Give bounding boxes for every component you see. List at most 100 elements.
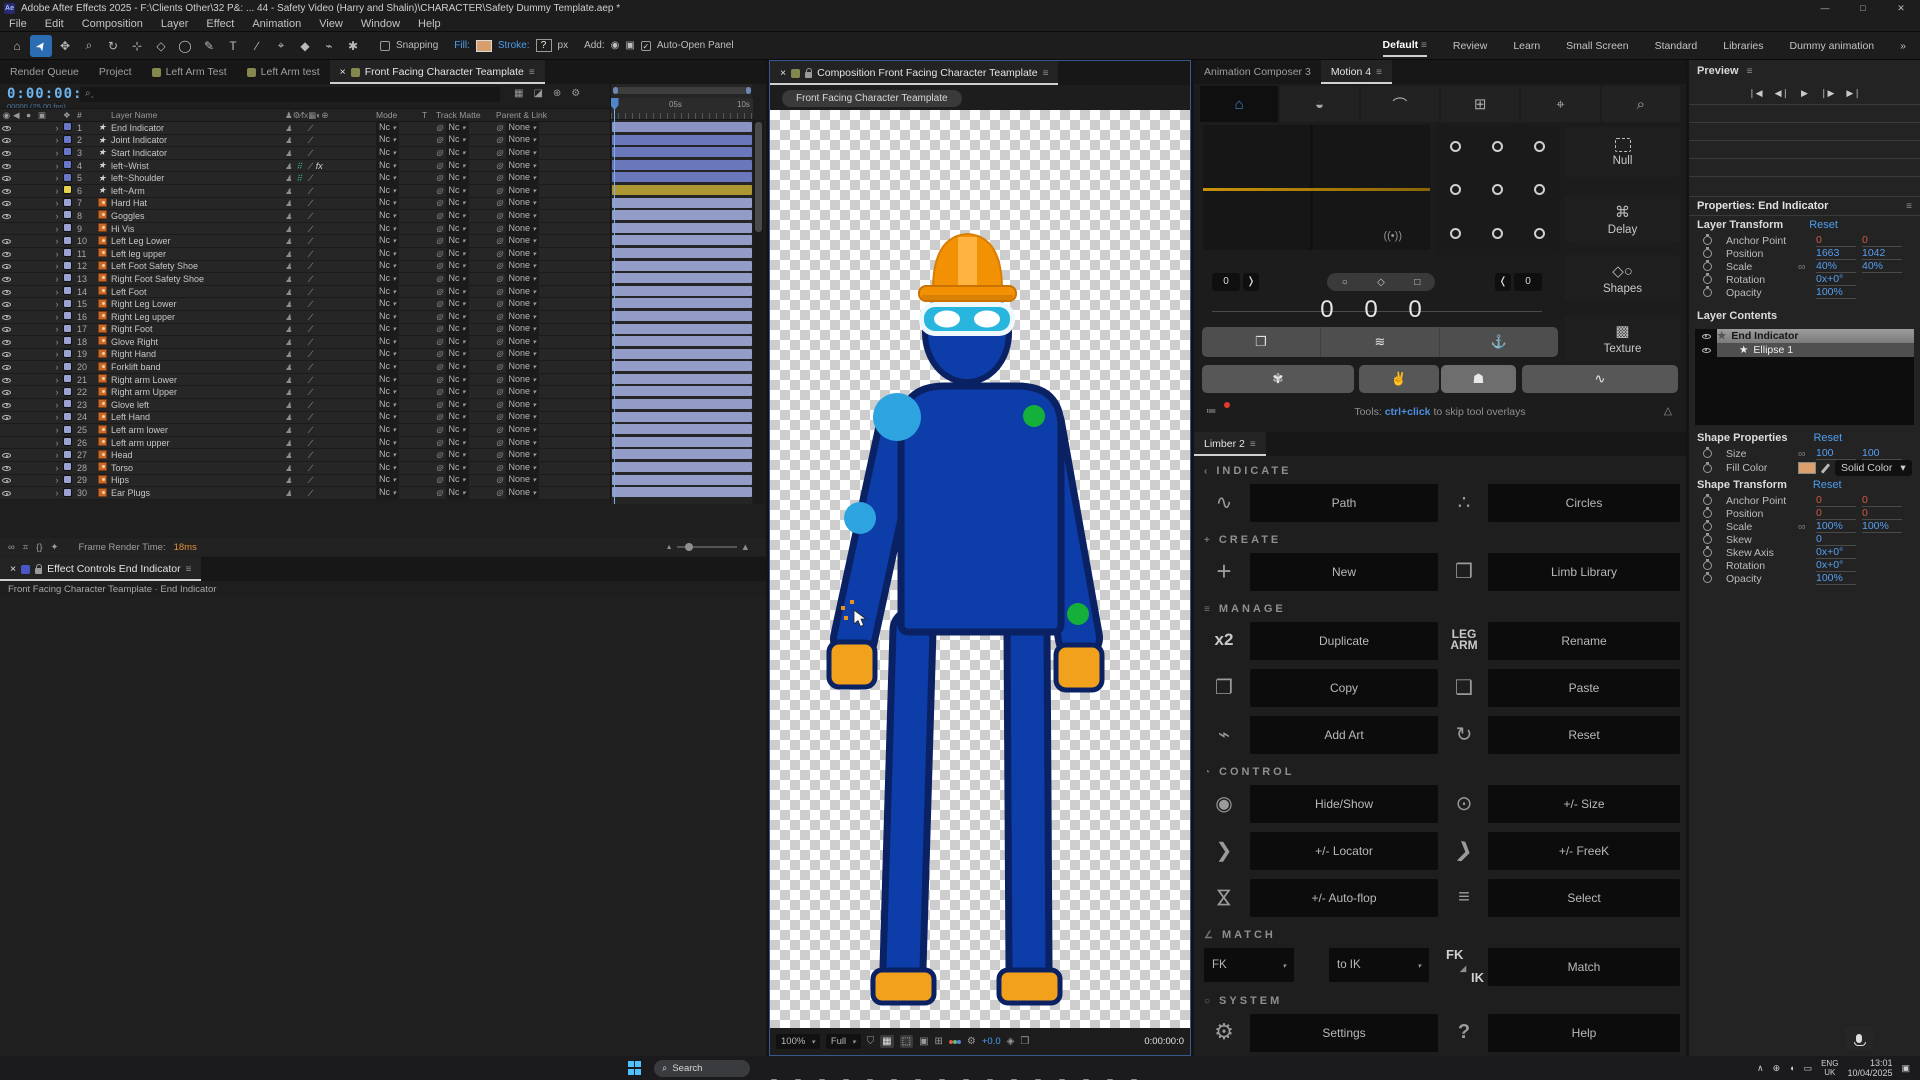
reset-link[interactable]: Reset — [1813, 479, 1842, 491]
layer-eye-icon[interactable] — [2, 201, 11, 206]
workspace-libraries[interactable]: Libraries — [1723, 36, 1763, 56]
parent-dropdown[interactable]: None — [506, 235, 540, 247]
layer-row[interactable]: › 1 End Indicator Nc Nc None — [0, 122, 610, 135]
limber-button[interactable]: Duplicate — [1250, 622, 1438, 660]
property-value[interactable]: 0 — [1816, 234, 1856, 247]
parent-pickwhip-icon[interactable] — [496, 424, 503, 434]
limber-button[interactable]: Circles — [1488, 484, 1680, 522]
quality-icon[interactable] — [310, 375, 312, 385]
tab-left-arm-test[interactable]: Left Arm Test — [142, 60, 237, 84]
blend-mode-dropdown[interactable]: Nc — [376, 462, 399, 474]
quality-icon[interactable] — [310, 362, 312, 372]
quality-icon[interactable] — [310, 249, 312, 259]
blend-mode-dropdown[interactable]: Nc — [376, 197, 399, 209]
help-icon[interactable] — [1444, 1012, 1484, 1052]
layer-label-swatch[interactable] — [63, 210, 72, 219]
blend-mode-dropdown[interactable]: Nc — [376, 286, 399, 298]
menu-help[interactable]: Help — [409, 18, 450, 30]
panel-menu-icon[interactable]: ≡ — [1906, 201, 1912, 212]
layer-row[interactable]: › 18 Glove Right Nc Nc None — [0, 336, 610, 349]
layer-name[interactable]: left~Arm — [109, 186, 281, 196]
track-matte-dropdown[interactable]: Nc — [446, 487, 469, 499]
limber-icon[interactable] — [1444, 877, 1484, 917]
menu-layer[interactable]: Layer — [152, 18, 198, 30]
wave-tool-button[interactable]: ∿ — [1522, 365, 1678, 393]
blend-mode-dropdown[interactable]: Nc — [376, 172, 399, 184]
layer-duration-bar[interactable] — [612, 235, 752, 245]
layer-twirl-icon[interactable]: › — [51, 148, 63, 158]
blend-mode-dropdown[interactable]: Nc — [376, 374, 399, 386]
shy-icon[interactable] — [285, 224, 292, 234]
fan-tool-button[interactable]: ✾ — [1202, 365, 1354, 393]
blend-mode-dropdown[interactable]: Nc — [376, 273, 399, 285]
layer-name[interactable]: Left leg upper — [109, 249, 281, 259]
blend-mode-dropdown[interactable]: Nc — [376, 487, 399, 499]
matte-pickwhip-icon[interactable] — [436, 399, 443, 409]
taskbar-app-icon[interactable] — [1100, 1059, 1121, 1078]
parent-pickwhip-icon[interactable] — [496, 134, 503, 144]
taskbar-app-icon[interactable] — [1124, 1059, 1145, 1078]
taskbar-app-icon[interactable] — [764, 1059, 785, 1078]
track-matte-dropdown[interactable]: Nc — [446, 424, 469, 436]
layer-duration-bar[interactable] — [612, 336, 752, 346]
shape-mode-segment[interactable]: ○ ◇ □ — [1327, 273, 1435, 291]
layer-row[interactable]: › 10 Left Leg Lower Nc Nc None — [0, 235, 610, 248]
layer-eye-icon[interactable] — [2, 189, 11, 194]
layer-twirl-icon[interactable]: › — [51, 400, 63, 410]
track-matte-dropdown[interactable]: Nc — [446, 361, 469, 373]
menu-animation[interactable]: Animation — [243, 18, 310, 30]
left-value-input[interactable]: 0 — [1212, 273, 1240, 291]
layer-eye-icon[interactable] — [2, 315, 11, 320]
menu-edit[interactable]: Edit — [36, 18, 73, 30]
quality-icon[interactable] — [310, 475, 312, 485]
quality-icon[interactable] — [310, 198, 312, 208]
matte-pickwhip-icon[interactable] — [436, 323, 443, 333]
choose-grid-icon[interactable]: ⛉ — [867, 1036, 875, 1047]
link-icon[interactable] — [1798, 261, 1816, 273]
layer-duration-bar[interactable] — [612, 424, 752, 434]
layer-eye-icon[interactable] — [2, 365, 11, 370]
layer-duration-bar[interactable] — [612, 185, 752, 195]
track-matte-dropdown[interactable]: Nc — [446, 323, 469, 335]
matte-pickwhip-icon[interactable] — [436, 122, 443, 132]
layer-duration-bar[interactable] — [612, 475, 752, 485]
layer-name[interactable]: Head — [109, 450, 281, 460]
collapsed-panel-tab[interactable] — [1689, 158, 1920, 176]
parent-pickwhip-icon[interactable] — [496, 147, 503, 157]
fill-color-swatch[interactable] — [1798, 462, 1816, 474]
layer-row[interactable]: › 5 left~Shoulder Nc Nc None — [0, 172, 610, 185]
layer-twirl-icon[interactable]: › — [51, 324, 63, 334]
layer-label-swatch[interactable] — [63, 223, 72, 232]
layer-twirl-icon[interactable]: › — [51, 412, 63, 422]
layer-twirl-icon[interactable]: › — [51, 438, 63, 448]
layer-row[interactable]: › 6 left~Arm Nc Nc None — [0, 185, 610, 198]
shy-icon[interactable] — [285, 488, 292, 498]
quality-icon[interactable] — [310, 161, 312, 171]
parent-dropdown[interactable]: None — [506, 474, 540, 486]
taskbar-app-icon[interactable] — [956, 1059, 977, 1078]
layer-name[interactable]: left~Wrist — [109, 161, 281, 171]
layer-twirl-icon[interactable]: › — [51, 349, 63, 359]
track-matte-dropdown[interactable]: Nc — [446, 134, 469, 146]
layer-name[interactable]: Joint Indicator — [109, 135, 281, 145]
track-matte-dropdown[interactable]: Nc — [446, 298, 469, 310]
limber-icon[interactable] — [1444, 830, 1484, 870]
parent-pickwhip-icon[interactable] — [496, 122, 503, 132]
quality-icon[interactable] — [310, 400, 312, 410]
layer-label-swatch[interactable] — [63, 299, 72, 308]
limber-button[interactable]: Path — [1250, 484, 1438, 522]
matte-pickwhip-icon[interactable] — [436, 134, 443, 144]
parent-dropdown[interactable]: None — [506, 273, 540, 285]
matte-pickwhip-icon[interactable] — [436, 235, 443, 245]
null-button[interactable]: Null — [1565, 127, 1680, 177]
layer-duration-bar[interactable] — [612, 135, 752, 145]
taskbar-app-icon[interactable] — [1052, 1059, 1073, 1078]
layer-label-swatch[interactable] — [63, 437, 72, 446]
taskbar-app-icon[interactable] — [980, 1059, 1001, 1078]
add-play-icon[interactable]: ◉ — [611, 40, 620, 51]
parent-dropdown[interactable]: None — [506, 462, 540, 474]
collapsed-panel-tab[interactable] — [1689, 104, 1920, 122]
graph-editor-icon[interactable]: ⌗ — [23, 542, 28, 553]
roto-brush-tool-icon[interactable] — [318, 35, 340, 57]
parent-pickwhip-icon[interactable] — [496, 210, 503, 220]
